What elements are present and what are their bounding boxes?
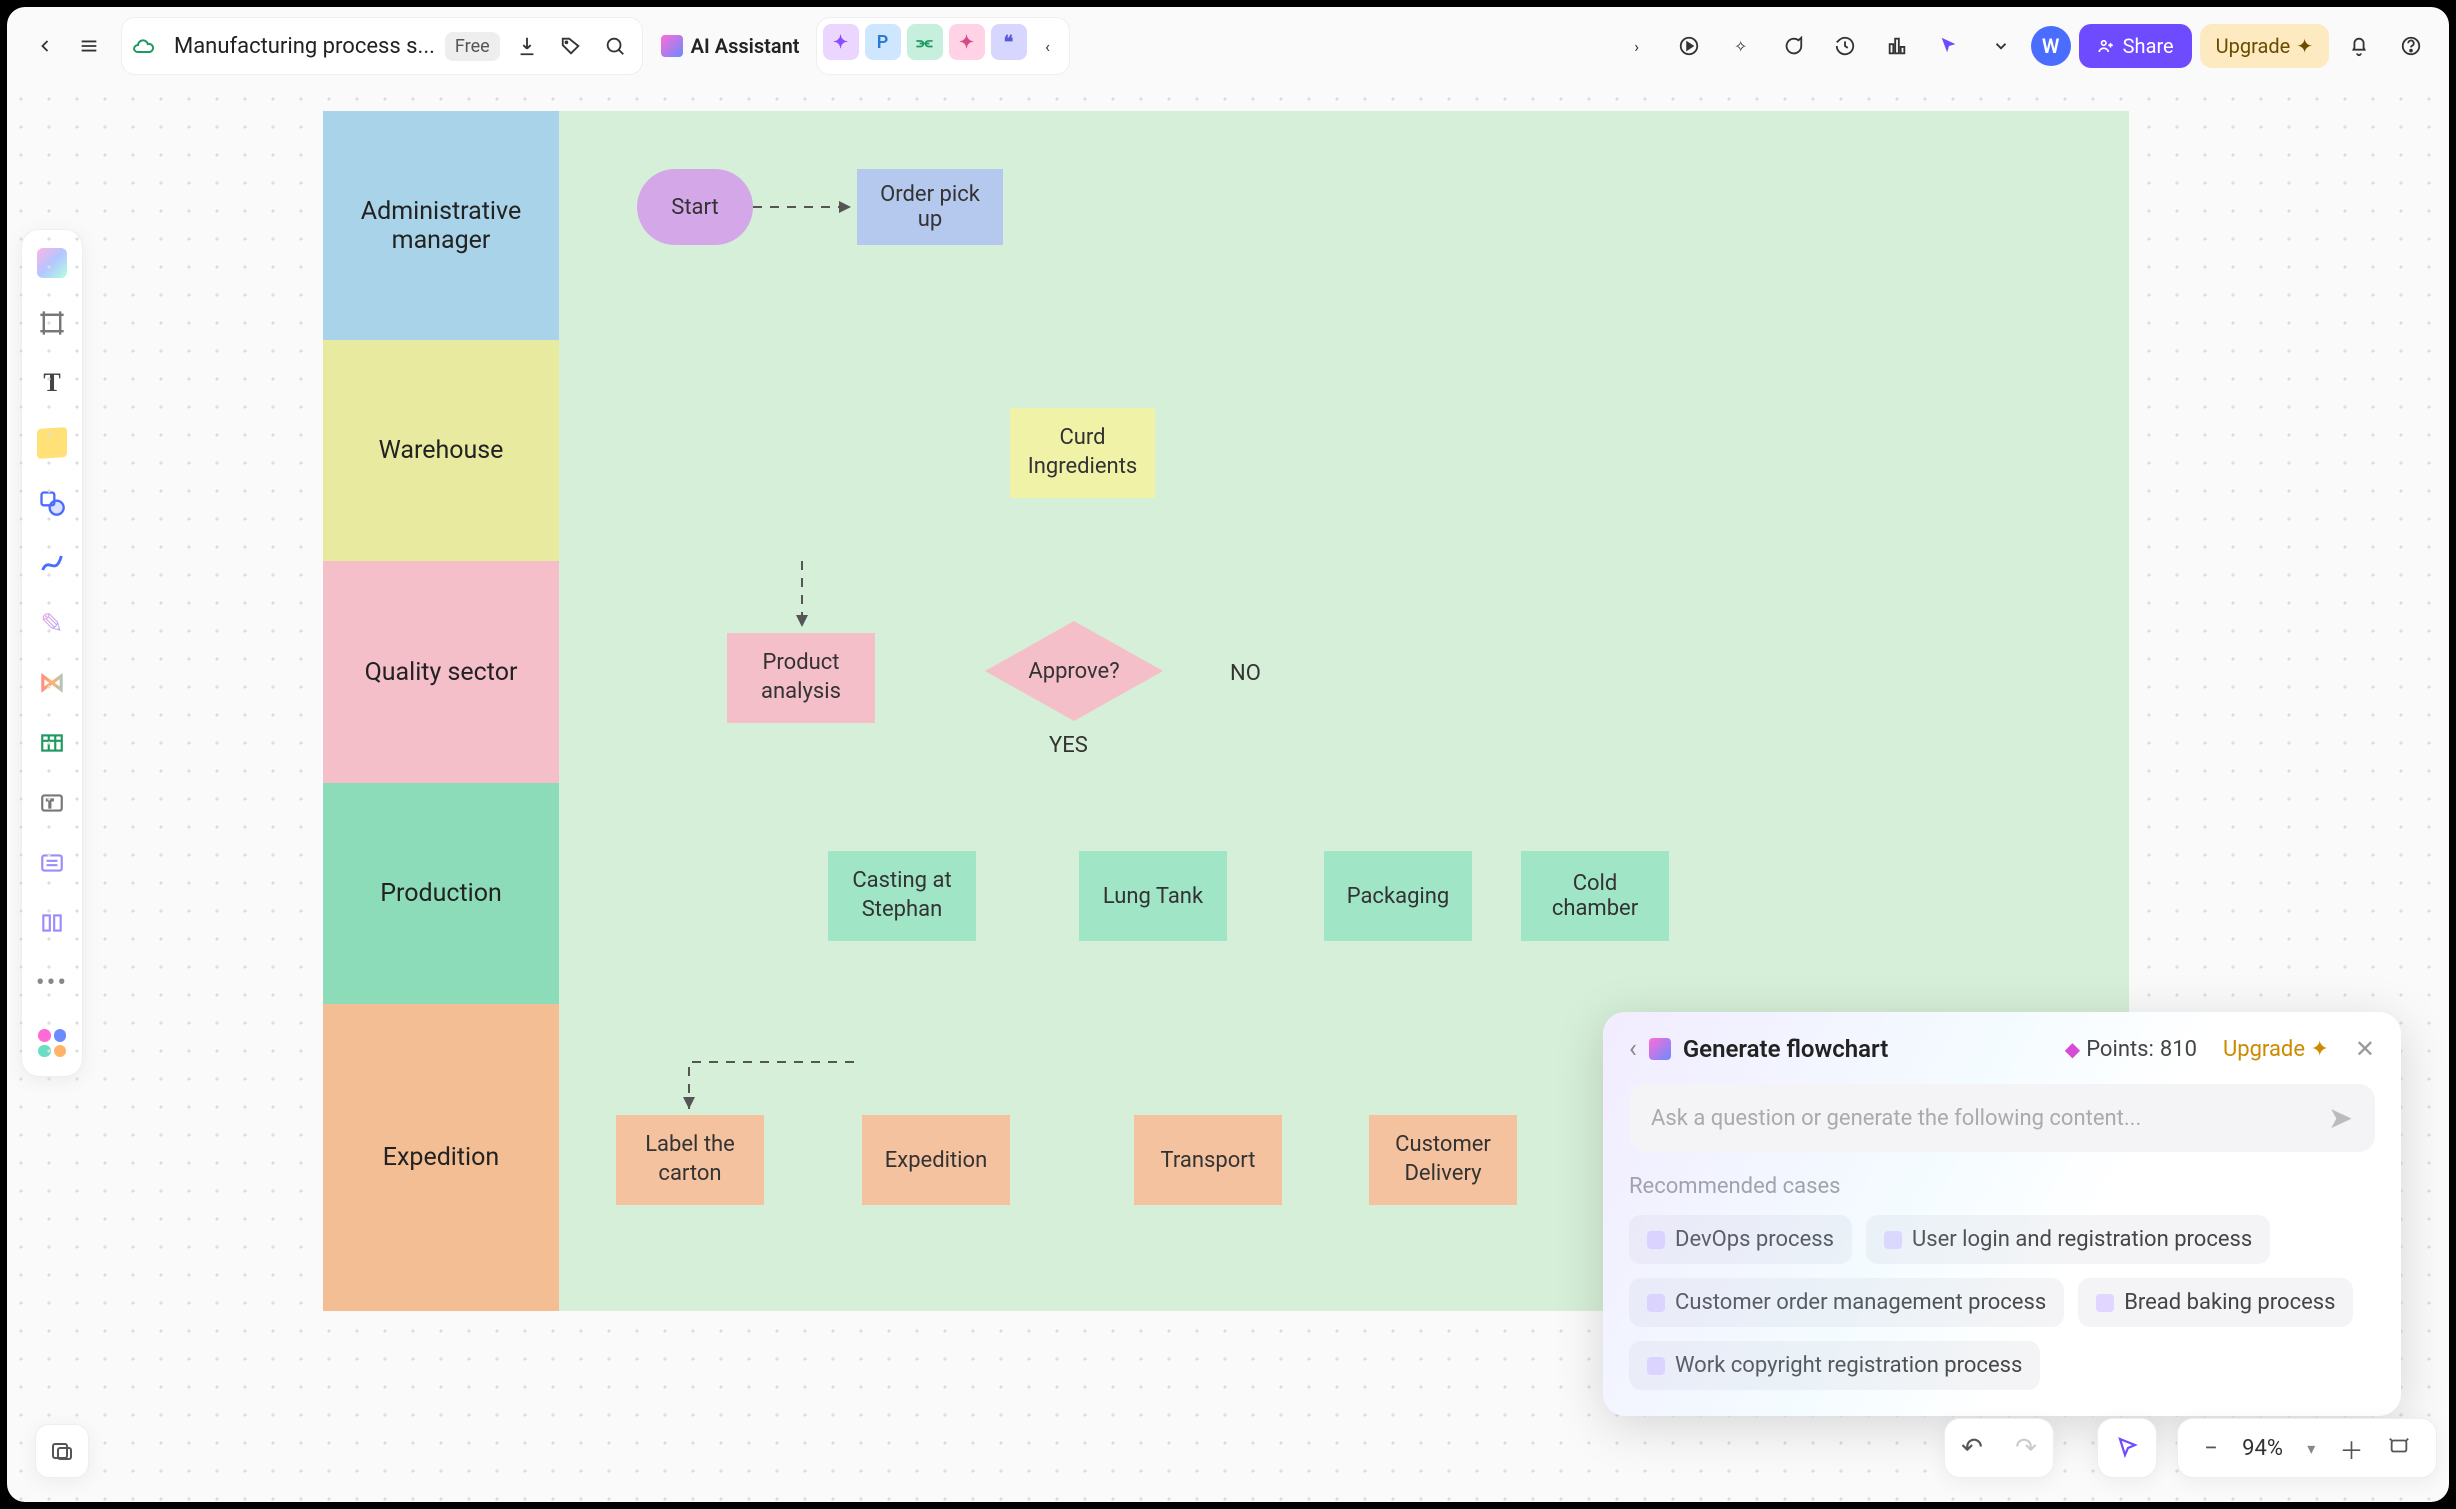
node-customer-delivery[interactable]: Customer Delivery (1369, 1115, 1517, 1205)
chip-user-login[interactable]: User login and registration process (1866, 1215, 2270, 1264)
chip-label: Customer order management process (1675, 1290, 2046, 1315)
node-order-pickup[interactable]: Order pick up (857, 169, 1003, 245)
points-value: 810 (2160, 1037, 2197, 1062)
chip-label: User login and registration process (1912, 1227, 2252, 1252)
lane-warehouse: Warehouse Curd Ingredients (323, 340, 2129, 561)
ai-assistant-button[interactable]: AI Assistant (661, 34, 800, 58)
p-tool[interactable]: P (865, 24, 901, 60)
lane-label-admin[interactable]: Administrative manager (323, 111, 559, 340)
top-bar: Manufacturing process s... Free AI Assis… (7, 7, 2449, 85)
user-avatar[interactable]: W (2031, 26, 2071, 66)
play-icon[interactable] (1667, 24, 1711, 68)
chip-order-mgmt[interactable]: Customer order management process (1629, 1278, 2064, 1327)
node-label-carton[interactable]: Label the carton (616, 1115, 764, 1205)
upgrade-label: Upgrade (2216, 34, 2291, 58)
comment-icon[interactable] (1771, 24, 1815, 68)
ai-points: ◆ Points: 810 (2065, 1037, 2197, 1062)
node-start[interactable]: Start (637, 169, 753, 245)
q-tool[interactable]: ❝ (991, 24, 1027, 60)
node-product-analysis[interactable]: Product analysis (727, 633, 875, 723)
sparkle-icon: ✦ (2296, 34, 2313, 58)
node-casting[interactable]: Casting at Stephan (828, 851, 976, 941)
chip-label: Bread baking process (2124, 1290, 2335, 1315)
chip-label: DevOps process (1675, 1227, 1834, 1252)
lane-production: Production Casting at Stephan Lung Tank … (323, 783, 2129, 1004)
share-button[interactable]: Share (2079, 24, 2192, 68)
edge-label-yes: YES (1049, 733, 1088, 758)
ai-panel-back[interactable]: ‹ (1629, 1034, 1637, 1064)
chip-devops[interactable]: DevOps process (1629, 1215, 1852, 1264)
chip-bread[interactable]: Bread baking process (2078, 1278, 2353, 1327)
zoom-percent[interactable]: 94% (2242, 1436, 2283, 1461)
lane-label-quality[interactable]: Quality sector (323, 561, 559, 783)
chip-dot-icon (2096, 1294, 2114, 1312)
node-packaging[interactable]: Packaging (1324, 851, 1472, 941)
sparkle-icon[interactable]: ✧ (1719, 24, 1763, 68)
chip-dot-icon (1884, 1231, 1902, 1249)
points-label: Points: (2086, 1037, 2154, 1062)
redo-button[interactable]: ↷ (2015, 1433, 2037, 1463)
help-icon[interactable] (2389, 24, 2433, 68)
lane-quality: Quality sector Product analysis Approve?… (323, 561, 2129, 783)
bell-icon[interactable] (2337, 24, 2381, 68)
chevron-down-icon[interactable] (1979, 24, 2023, 68)
share-label: Share (2123, 34, 2174, 58)
fit-view-button[interactable] (2388, 1435, 2410, 1461)
node-lung-tank[interactable]: Lung Tank (1079, 851, 1227, 941)
layers-panel-button[interactable] (35, 1424, 89, 1478)
back-button[interactable] (23, 24, 67, 68)
history-icon[interactable] (1823, 24, 1867, 68)
ai-assistant-label: AI Assistant (691, 34, 800, 58)
lane-label-warehouse[interactable]: Warehouse (323, 340, 559, 561)
chip-dot-icon (1647, 1231, 1665, 1249)
download-button[interactable] (510, 24, 544, 68)
chart-icon[interactable] (1875, 24, 1919, 68)
menu-button[interactable] (67, 24, 111, 68)
ai-upgrade-link[interactable]: Upgrade ✦ (2223, 1037, 2329, 1062)
zoom-in-button[interactable]: ＋ (2340, 1431, 2364, 1466)
cursor-tool-icon[interactable] (1927, 24, 1971, 68)
tag-button[interactable] (554, 24, 588, 68)
ai-logo-icon (661, 35, 683, 57)
gem-icon: ◆ (2065, 1037, 2080, 1061)
chevron-right-icon[interactable]: › (1615, 24, 1659, 68)
c-tool[interactable]: ⫘ (907, 24, 943, 60)
lane-label-production[interactable]: Production (323, 783, 559, 1004)
r-tool[interactable]: ✦ (949, 24, 985, 60)
ai-prompt-input[interactable] (1651, 1106, 2328, 1131)
upgrade-button[interactable]: Upgrade✦ (2200, 24, 2329, 68)
zoom-bar: − 94% ▾ ＋ (2177, 1418, 2437, 1478)
node-cold-chamber[interactable]: Cold chamber (1521, 851, 1669, 941)
cloud-sync-icon (128, 31, 158, 61)
sparkle-tool[interactable]: ✦ (823, 24, 859, 60)
undo-redo-bar: ↶ ↷ (1944, 1418, 2054, 1478)
ai-panel-title: Generate flowchart (1683, 1035, 1889, 1063)
lane-admin: Administrative manager Start Order pick … (323, 111, 2129, 340)
ai-generate-panel: ‹ Generate flowchart ◆ Points: 810 Upgra… (1603, 1012, 2401, 1416)
presentation-mode-button[interactable] (2097, 1418, 2157, 1478)
plan-badge: Free (445, 32, 500, 61)
ai-logo-icon (1649, 1038, 1671, 1060)
undo-button[interactable]: ↶ (1961, 1433, 1983, 1463)
lane-label-expedition[interactable]: Expedition (323, 1004, 559, 1311)
node-expedition[interactable]: Expedition (862, 1115, 1010, 1205)
chip-copyright[interactable]: Work copyright registration process (1629, 1341, 2040, 1390)
node-approve-decision[interactable]: Approve? (985, 621, 1163, 721)
chip-dot-icon (1647, 1357, 1665, 1375)
zoom-dropdown[interactable]: ▾ (2307, 1439, 2315, 1458)
edge-label-no: NO (1230, 661, 1261, 686)
search-button[interactable] (598, 24, 632, 68)
document-title[interactable]: Manufacturing process s... (174, 34, 435, 59)
ai-panel-close[interactable]: ✕ (2355, 1035, 2375, 1063)
zoom-out-button[interactable]: − (2204, 1434, 2218, 1462)
chip-label: Work copyright registration process (1675, 1353, 2022, 1378)
chevron-left-small[interactable]: ‹ (1033, 24, 1063, 68)
ai-tools-group: ✦ P ⫘ ✦ ❝ ‹ (816, 17, 1070, 75)
recommended-title: Recommended cases (1629, 1174, 2375, 1199)
node-curd-ingredients[interactable]: Curd Ingredients (1010, 408, 1155, 498)
ai-send-button[interactable]: ➤ (2328, 1101, 2353, 1136)
node-transport[interactable]: Transport (1134, 1115, 1282, 1205)
chip-dot-icon (1647, 1294, 1665, 1312)
